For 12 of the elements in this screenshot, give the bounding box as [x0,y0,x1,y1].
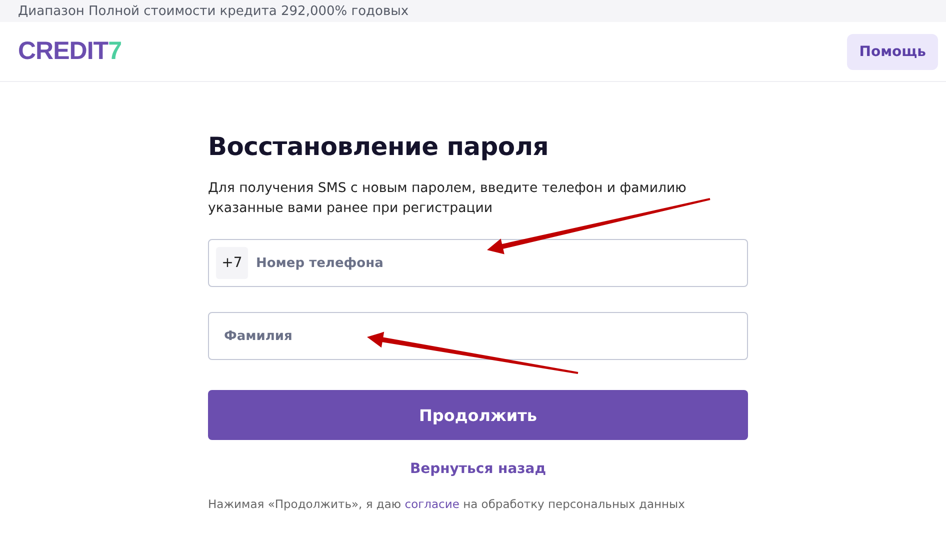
instruction-text: Для получения SMS с новым паролем, введите телефон и фамилию указанные вами ранее при регистрации [208,180,688,218]
help-button[interactable]: Помощь [847,34,938,70]
apr-notice: Диапазон Полной стоимости кредита 292,000% годовых [18,4,409,19]
logo-text: CREDIT [18,37,108,66]
continue-button[interactable]: Продолжить [208,390,748,440]
back-link[interactable]: Вернуться назад [410,461,546,477]
surname-field[interactable]: Фамилия [208,312,748,360]
consent-link[interactable]: согласие [404,497,460,511]
consent-text: Нажимая «Продолжить», я даю согласие на обработку персональных данных [208,497,686,511]
page-title: Восстановление пароля [208,131,550,163]
country-code: +7 [216,247,248,279]
logo-digit: 7 [108,37,122,66]
